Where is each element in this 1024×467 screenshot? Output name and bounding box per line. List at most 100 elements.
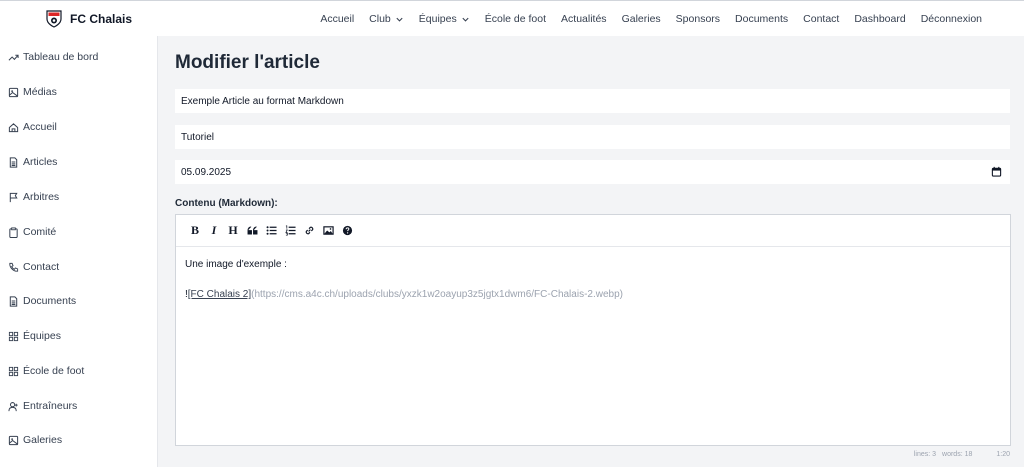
nav-label: Sponsors (675, 13, 721, 25)
main-content: Modifier l'article Exemple Article au fo… (158, 36, 1024, 467)
flag-icon (9, 192, 18, 202)
image-icon (322, 226, 334, 235)
status-cursor: 1:20 (996, 451, 1010, 458)
editor-statusbar: lines: 3 words: 18 1:20 (908, 451, 1010, 458)
italic-button[interactable]: I (205, 223, 223, 239)
sidebar-item-label: Entraîneurs (23, 400, 78, 412)
editor-content[interactable]: Une image d'exemple : ![FC Chalais 2](ht… (176, 247, 1010, 316)
sidebar-item-label: Tableau de bord (23, 51, 99, 63)
brand-name: FC Chalais (70, 11, 133, 26)
nav-deconnexion[interactable]: Déconnexion (921, 13, 982, 25)
link-icon (305, 226, 313, 235)
sidebar-item-comite[interactable]: Comité (8, 226, 56, 238)
nav-label: Galeries (621, 13, 661, 25)
content-label: Contenu (Markdown): (175, 198, 278, 209)
top-navbar: FC Chalais Accueil Club Équipes École de… (0, 0, 1024, 36)
quote-button[interactable] (243, 223, 261, 239)
nav-label: Actualités (561, 13, 607, 25)
sidebar-item-arbitres[interactable]: Arbitres (8, 191, 59, 203)
md-link-url: (https://cms.a4c.ch/uploads/clubs/yxzk1w… (251, 289, 623, 300)
article-category-value: Tutoriel (181, 131, 214, 143)
nav-equipes[interactable]: Équipes (419, 13, 470, 25)
sidebar-item-medias[interactable]: Médias (8, 86, 57, 98)
article-title-input[interactable]: Exemple Article au format Markdown (175, 89, 1010, 113)
help-button[interactable] (338, 223, 356, 239)
sidebar-item-label: Documents (23, 295, 77, 307)
nav-club[interactable]: Club (369, 13, 404, 25)
grid-icon (8, 331, 19, 341)
editor-line: ![FC Chalais 2](https://cms.a4c.ch/uploa… (185, 289, 1001, 304)
sidebar-item-entraineurs[interactable]: Entraîneurs (8, 400, 77, 412)
article-title-value: Exemple Article au format Markdown (181, 95, 344, 107)
sidebar-item-label: École de foot (23, 365, 85, 377)
nav-accueil[interactable]: Accueil (320, 13, 354, 25)
status-lines: lines: 3 (913, 451, 937, 458)
page-title: Modifier l'article (175, 52, 320, 73)
sidebar-item-label: Équipes (23, 330, 61, 342)
document-icon (9, 295, 18, 307)
sidebar-item-label: Arbitres (23, 191, 60, 203)
nav-contact[interactable]: Contact (803, 13, 839, 25)
image-icon (8, 435, 19, 445)
link-button[interactable] (300, 223, 318, 239)
status-words: words: 18 (942, 451, 973, 458)
quote-icon (247, 226, 257, 235)
unordered-list-button[interactable] (262, 223, 280, 239)
nav-galeries[interactable]: Galeries (622, 13, 661, 25)
sidebar-item-contact[interactable]: Contact (8, 261, 59, 273)
main-nav: Accueil Club Équipes École de foot Actua… (305, 1, 982, 37)
chevron-down-icon (462, 17, 469, 22)
brand[interactable]: FC Chalais (46, 9, 133, 28)
trending-up-icon (8, 54, 19, 61)
nav-label: École de foot (484, 13, 547, 25)
nav-actualites[interactable]: Actualités (561, 13, 607, 25)
editor-line-empty (185, 274, 1001, 289)
sidebar-item-equipes[interactable]: Équipes (8, 330, 61, 342)
image-button[interactable] (319, 223, 337, 239)
sidebar-item-label: Comité (23, 226, 57, 238)
home-icon (8, 122, 19, 132)
article-date-value: 05.09.2025 (181, 166, 232, 178)
nav-label: Contact (803, 13, 840, 25)
phone-icon (9, 262, 19, 272)
sidebar-item-label: Accueil (23, 121, 57, 133)
article-date-input[interactable]: 05.09.2025 (175, 160, 1010, 184)
sidebar-item-galeries[interactable]: Galeries (8, 434, 62, 446)
md-link-text: [FC Chalais 2] (187, 289, 252, 300)
editor-line: Une image d'exemple : (185, 259, 287, 270)
sidebar-item-ecole-de-foot[interactable]: École de foot (8, 365, 84, 377)
heading-button[interactable]: H (224, 223, 242, 239)
bold-button[interactable]: B (186, 223, 204, 239)
nav-dashboard[interactable]: Dashboard (854, 13, 905, 25)
ordered-list-icon (284, 225, 296, 236)
document-icon (9, 156, 18, 168)
unordered-list-icon (266, 226, 277, 235)
sidebar-item-label: Médias (23, 86, 57, 98)
nav-sponsors[interactable]: Sponsors (676, 13, 720, 25)
sidebar-item-tableau-de-bord[interactable]: Tableau de bord (8, 51, 98, 63)
nav-ecole-de-foot[interactable]: École de foot (485, 13, 546, 25)
article-category-input[interactable]: Tutoriel (175, 125, 1010, 149)
nav-documents[interactable]: Documents (735, 13, 788, 25)
grid-icon (8, 366, 19, 376)
sidebar-item-label: Galeries (23, 434, 63, 446)
sidebar-item-accueil[interactable]: Accueil (8, 121, 57, 133)
nav-label: Équipes (418, 13, 457, 25)
user-icon (8, 401, 18, 411)
markdown-editor: B I H Une image d'exemple : ![FC Chalais… (175, 214, 1011, 446)
sidebar-item-documents[interactable]: Documents (8, 295, 76, 307)
sidebar: Tableau de bord Médias Accueil Articles … (0, 36, 158, 467)
help-icon (342, 225, 352, 236)
nav-label: Accueil (320, 13, 355, 25)
sidebar-item-label: Articles (23, 156, 58, 168)
ordered-list-button[interactable] (281, 223, 299, 239)
chevron-down-icon (396, 17, 403, 22)
image-icon (8, 87, 19, 97)
nav-label: Dashboard (854, 13, 906, 25)
clipboard-icon (9, 226, 18, 238)
calendar-icon[interactable] (991, 166, 1002, 177)
nav-label: Déconnexion (920, 13, 982, 25)
sidebar-item-articles[interactable]: Articles (8, 156, 57, 168)
club-crest-icon (46, 9, 62, 28)
editor-toolbar: B I H (176, 215, 1010, 247)
